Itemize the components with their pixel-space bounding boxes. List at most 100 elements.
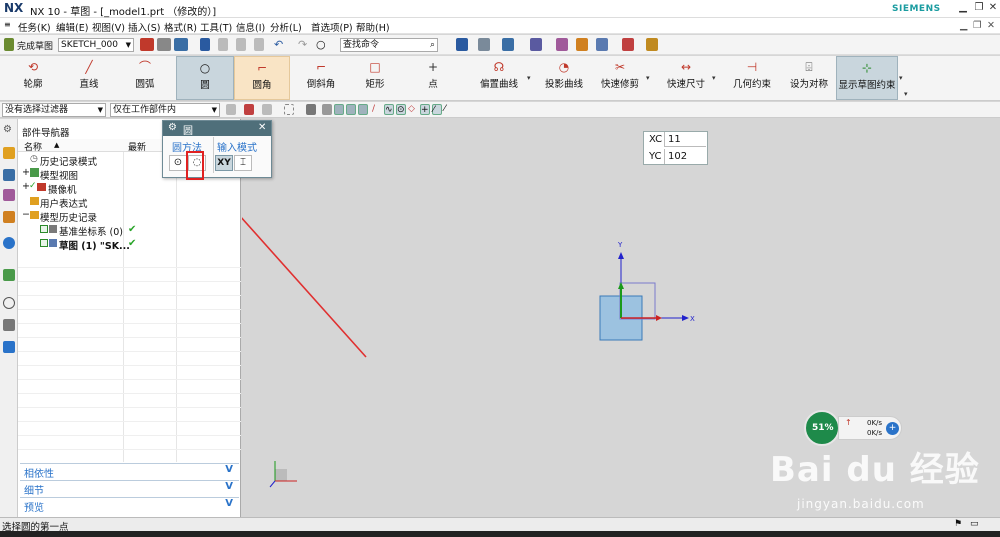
point-on-curve-snap-icon[interactable]: ⁄ [432,104,442,115]
doc-minimize-button[interactable]: ▁ [960,20,967,31]
sketch-name-select[interactable]: SKETCH_000 ▼ [58,38,134,52]
plus-icon[interactable]: + [886,422,899,435]
copy-icon[interactable] [236,38,246,51]
settings-icon[interactable] [576,38,588,51]
paste-icon[interactable] [254,38,264,51]
cut-icon[interactable] [218,38,228,51]
curve-snap-icon[interactable]: ∿ [384,104,394,115]
part-navigator-icon[interactable] [3,147,15,159]
select-all-icon[interactable] [244,104,254,115]
chevron-down-icon[interactable]: ▾ [646,74,650,82]
chevron-down-icon[interactable]: ▾ [527,74,531,82]
column-name[interactable]: 名称 [24,140,42,153]
app-menu-icon[interactable]: ≡ [4,20,11,29]
column-latest[interactable]: 最新 [128,140,146,153]
arc-button[interactable]: ⌒ 圆弧 [122,56,168,100]
circle-button[interactable]: ○ 圆 [176,56,234,100]
snap-point-icon[interactable] [306,104,316,115]
filter-icon[interactable] [556,38,568,51]
cube-icon[interactable] [502,38,514,51]
xc-field[interactable]: 11 [664,132,706,147]
rectangle-select-icon[interactable] [284,104,294,115]
checkbox-icon[interactable] [40,239,48,247]
xy-mode-button[interactable]: XY [215,155,233,171]
history-icon[interactable] [3,269,15,281]
control-point-snap-icon[interactable] [358,104,368,115]
center-snap-icon[interactable]: ⊙ [396,104,406,115]
rectangle-button[interactable]: □ 矩形 [352,56,398,100]
panel-dependencies[interactable]: 相依性 V [20,463,239,480]
save-icon[interactable] [200,38,210,51]
midpoint-snap-icon[interactable] [346,104,356,115]
constraint-navigator-icon[interactable] [3,189,15,201]
undo-icon[interactable]: ↶ [274,38,288,51]
network-speed-widget[interactable]: 51% ↑ 0K/s 0K/s + [804,410,904,446]
web-browser-icon[interactable] [3,237,15,249]
offset-curve-button[interactable]: ☊ 偏置曲线 [468,56,530,100]
ribbon-options-icon[interactable]: ▾ [904,90,908,98]
clock-icon[interactable] [3,297,15,309]
panel-preview[interactable]: 预览 V [20,497,239,514]
gear-icon[interactable]: ⚙ [168,122,177,133]
layout-icon[interactable]: ▭ [970,519,979,529]
process-studio-icon[interactable] [3,319,15,331]
chamfer-button[interactable]: ⌐ 倒斜角 [296,56,346,100]
panel-details[interactable]: 细节 V [20,480,239,497]
snap-toggle-icon[interactable] [322,104,332,115]
ruler-icon[interactable] [646,38,658,51]
geometric-constraints-button[interactable]: ⊣ 几何约束 [726,56,778,100]
view-layout-icon[interactable] [456,38,468,51]
menu-preferences[interactable]: 首选项(P) [311,20,353,34]
endpoint-snap-icon[interactable] [334,104,344,115]
close-icon[interactable]: ✕ [258,122,266,133]
menu-format[interactable]: 格式(R) [164,20,197,34]
reattach-icon[interactable] [157,38,171,51]
roles-icon[interactable] [3,341,15,353]
finish-sketch-button[interactable]: 完成草图 [17,39,53,52]
expand-icon[interactable]: + [22,167,30,178]
sketch-feature-icon[interactable] [140,38,154,51]
menu-view[interactable]: 视图(V) [92,20,125,34]
menu-analysis[interactable]: 分析(L) [270,20,302,34]
tree-row-user-expressions[interactable]: 用户表达式 [18,195,241,210]
restore-button[interactable]: ❐ [972,2,986,16]
menu-tools[interactable]: 工具(T) [200,20,232,34]
menu-insert[interactable]: 插入(S) [128,20,160,34]
deselect-icon[interactable] [262,104,272,115]
doc-close-button[interactable]: ✕ [987,20,995,31]
collapse-icon[interactable]: − [22,209,30,220]
menu-task[interactable]: 任务(K) [18,20,51,34]
center-radius-button[interactable]: ⊙ [169,155,187,171]
gear-icon[interactable]: ⚙ [3,124,15,136]
flag-icon[interactable]: ⚑ [954,519,962,529]
layer-icon[interactable] [596,38,608,51]
menu-info[interactable]: 信息(I) [236,20,265,34]
rapid-dimension-button[interactable]: ↔ 快速尺寸 [660,56,712,100]
type-filter-select[interactable]: 没有选择过滤器 ▼ [2,103,106,117]
checkbox-icon[interactable] [40,225,48,233]
yc-field[interactable]: 102 [664,149,706,164]
chevron-down-icon[interactable]: ▾ [712,74,716,82]
render-style-icon[interactable] [478,38,490,51]
fillet-button[interactable]: ⌐ 圆角 [234,56,290,100]
point-button[interactable]: + 点 [410,56,456,100]
redo-icon[interactable]: ↷ [298,38,312,51]
command-search-input[interactable]: 查找命令 ⌕ [340,38,438,52]
minimize-button[interactable]: ▁ [956,2,970,16]
line-button[interactable]: ╱ 直线 [66,56,112,100]
show-sketch-constraints-button[interactable]: ⊹ 显示草图约束 [836,56,898,100]
tree-row-cameras[interactable]: + ✓ 摄像机 [18,181,241,196]
quadrant-snap-icon[interactable]: ◇ [408,104,418,115]
tree-row-model-history[interactable]: − 模型历史记录 [18,209,241,224]
selection-circle-icon[interactable]: ○ [316,38,330,51]
existing-point-snap-icon[interactable]: + [420,104,430,115]
measure-icon[interactable] [622,38,634,51]
finish-sketch-icon[interactable] [4,38,14,51]
parameter-mode-button[interactable]: ⌶ [234,155,252,171]
assembly-navigator-icon[interactable] [3,169,15,181]
quick-trim-button[interactable]: ✂ 快速修剪 [594,56,646,100]
filter-reset-icon[interactable] [226,104,236,115]
project-curve-button[interactable]: ◔ 投影曲线 [534,56,594,100]
profile-button[interactable]: ⟲ 轮廓 [10,56,56,100]
menu-edit[interactable]: 编辑(E) [56,20,88,34]
